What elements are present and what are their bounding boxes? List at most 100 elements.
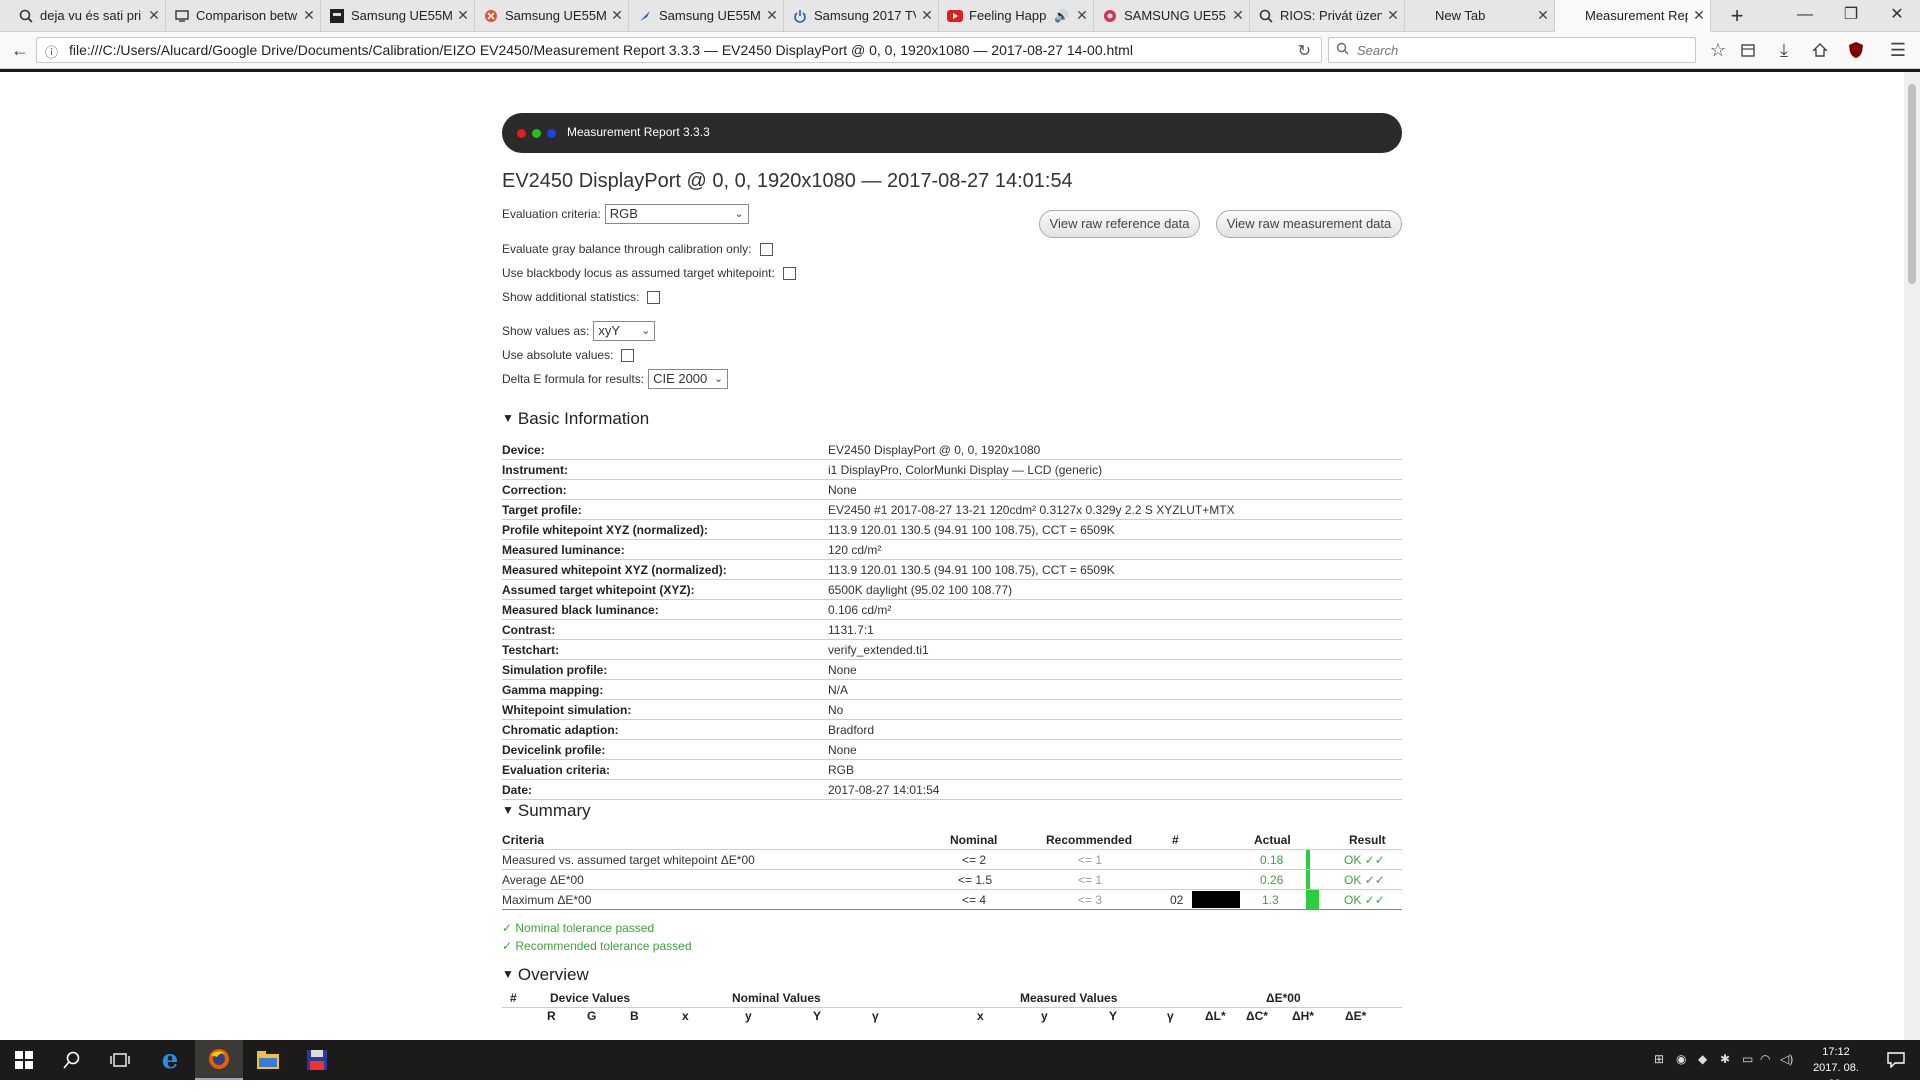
info-value: 0.106 cd/m² <box>828 603 892 617</box>
menu-icon[interactable]: ☰ <box>1884 36 1912 64</box>
task-view-icon[interactable] <box>96 1040 144 1080</box>
file-explorer-icon[interactable] <box>244 1040 292 1080</box>
view-raw-measurement-button[interactable]: View raw measurement data <box>1216 210 1402 238</box>
evaluation-criteria-row: Evaluation criteria: RGB ⌄ <box>502 204 749 224</box>
search-box[interactable] <box>1328 37 1696 63</box>
edge-icon[interactable]: e <box>146 1040 194 1080</box>
blackbody-checkbox[interactable] <box>782 266 796 280</box>
info-label: Profile whitepoint XYZ (normalized): <box>502 523 709 537</box>
info-row: Profile whitepoint XYZ (normalized): 113.… <box>502 520 1402 540</box>
speaker-icon[interactable]: 🔊 <box>1054 9 1069 23</box>
basic-info-toggle[interactable]: ▼ Basic Information <box>502 409 649 429</box>
bluetooth-icon[interactable]: ✱ <box>1720 1052 1730 1066</box>
close-tab-icon[interactable]: ✕ <box>1227 7 1249 24</box>
overview-toggle[interactable]: ▼ Overview <box>502 965 589 985</box>
info-row: Measured black luminance: 0.106 cd/m² <box>502 600 1402 620</box>
close-tab-icon[interactable]: ✕ <box>761 7 783 24</box>
column-header: Y <box>813 1009 822 1023</box>
column-header: ΔH* <box>1292 1009 1314 1023</box>
tab-9[interactable]: RIOS: Privát üzene ✕ <box>1250 0 1405 31</box>
column-header: γ <box>872 1009 879 1023</box>
info-value: verify_extended.ti1 <box>828 643 929 657</box>
tray-shield-icon[interactable]: ◆ <box>1698 1052 1707 1066</box>
start-button[interactable] <box>0 1040 48 1080</box>
search-input[interactable] <box>1355 42 1679 59</box>
taskbar-clock[interactable]: 17:12 2017. 08. 28. <box>1806 1044 1866 1092</box>
close-tab-icon[interactable]: ✕ <box>1382 7 1404 24</box>
info-row: Measured luminance: 120 cd/m² <box>502 540 1402 560</box>
summary-toggle[interactable]: ▼ Summary <box>502 801 591 821</box>
column-header: Measured Values <box>1020 991 1118 1005</box>
firefox-icon[interactable] <box>195 1040 243 1080</box>
color-swatch <box>1192 891 1240 908</box>
tab-active[interactable]: Measurement Report ✕ <box>1555 0 1711 32</box>
search-icon[interactable] <box>48 1040 96 1080</box>
chevron-down-icon: ⌄ <box>641 325 651 337</box>
nominal-cell: <= 2 <box>962 853 987 867</box>
scrollbar[interactable] <box>1904 72 1920 1040</box>
info-value: EV2450 DisplayPort @ 0, 0, 1920x1080 <box>828 443 1041 457</box>
tab-2[interactable]: Comparison betw ✕ <box>166 0 321 31</box>
url-bar[interactable]: ⓘ file:///C:/Users/Alucard/Google Drive/… <box>36 37 1322 63</box>
tab-title: SAMSUNG UE55M <box>1124 8 1227 23</box>
home-icon[interactable] <box>1806 36 1834 64</box>
column-header: Y <box>1109 1009 1118 1023</box>
tab-5[interactable]: Samsung UE55M ✕ <box>629 0 784 31</box>
page-viewport: Measurement Report 3.3.3 EV2450 DisplayP… <box>0 72 1904 1040</box>
additional-stats-checkbox[interactable] <box>647 290 661 304</box>
tab-title: Measurement Report <box>1585 8 1688 23</box>
info-row: Date: 2017-08-27 14:01:54 <box>502 780 1402 800</box>
info-label: Whitepoint simulation: <box>502 703 632 717</box>
scrollbar-thumb[interactable] <box>1908 84 1916 284</box>
volume-icon[interactable]: ◁) <box>1780 1052 1793 1066</box>
close-tab-icon[interactable]: ✕ <box>298 7 320 24</box>
close-tab-icon[interactable]: ✕ <box>143 7 165 24</box>
close-tab-icon[interactable]: ✕ <box>916 7 938 24</box>
table-row: Maximum ΔE*00 <= 4 <= 3 02 1.3 OK ✓✓ <box>502 890 1402 910</box>
save-disk-icon[interactable] <box>293 1040 341 1080</box>
absolute-values-checkbox[interactable] <box>621 348 635 362</box>
reload-icon[interactable]: ↻ <box>1298 41 1311 61</box>
download-icon[interactable]: ⤓ <box>1770 36 1798 64</box>
blocked-circle-icon <box>483 8 499 24</box>
tab-10[interactable]: New Tab ✕ <box>1405 0 1555 31</box>
info-value: EV2450 #1 2017-08-27 13-21 120cdm² 0.312… <box>828 503 1235 517</box>
tab-8[interactable]: SAMSUNG UE55M ✕ <box>1094 0 1250 31</box>
wifi-icon[interactable]: ◠ <box>1760 1052 1770 1066</box>
gray-balance-checkbox[interactable] <box>759 242 773 256</box>
show-values-select[interactable]: xyY ⌄ <box>593 321 656 341</box>
bookmark-star-icon[interactable]: ☆ <box>1704 36 1732 64</box>
table-row: Measured vs. assumed target whitepoint Δ… <box>502 850 1402 870</box>
search-bubble-icon <box>18 8 34 24</box>
back-arrow-icon[interactable]: ← <box>6 36 34 64</box>
new-tab-button[interactable]: + <box>1717 0 1757 31</box>
close-tab-icon[interactable]: ✕ <box>1071 7 1093 24</box>
ublock-icon[interactable] <box>1842 36 1870 64</box>
view-raw-reference-button[interactable]: View raw reference data <box>1039 210 1200 238</box>
minimize-button[interactable]: — <box>1782 0 1828 31</box>
tab-title: Comparison betw <box>196 8 298 23</box>
library-icon[interactable] <box>1734 36 1762 64</box>
delta-e-select[interactable]: CIE 2000 ⌄ <box>648 369 729 389</box>
tray-app-icon[interactable]: ◉ <box>1676 1052 1686 1066</box>
close-tab-icon[interactable]: ✕ <box>606 7 628 24</box>
close-tab-icon[interactable]: ✕ <box>1688 7 1710 24</box>
column-header: x <box>682 1009 689 1023</box>
close-tab-icon[interactable]: ✕ <box>452 7 474 24</box>
battery-icon[interactable]: ▭ <box>1742 1052 1753 1066</box>
tray-indicator-icon[interactable]: ⊞ <box>1654 1052 1664 1066</box>
blackbody-label: Use blackbody locus as assumed target wh… <box>502 266 775 280</box>
tab-1[interactable]: deja vu és sati pri ✕ <box>10 0 166 31</box>
red-dot-icon <box>517 129 526 138</box>
close-window-button[interactable]: ✕ <box>1874 0 1920 31</box>
restore-button[interactable]: ❐ <box>1828 0 1874 31</box>
tab-4[interactable]: Samsung UE55M ✕ <box>475 0 629 31</box>
evaluation-criteria-select[interactable]: RGB ⌄ <box>604 204 749 224</box>
basic-info-heading: Basic Information <box>517 409 650 428</box>
notifications-icon[interactable] <box>1872 1040 1920 1080</box>
tab-7[interactable]: Feeling Happ 🔊 ✕ <box>939 0 1094 31</box>
close-tab-icon[interactable]: ✕ <box>1532 7 1554 24</box>
info-icon[interactable]: ⓘ <box>45 42 58 61</box>
tab-6[interactable]: Samsung 2017 TV ✕ <box>784 0 939 31</box>
tab-3[interactable]: Samsung UE55M ✕ <box>321 0 475 31</box>
